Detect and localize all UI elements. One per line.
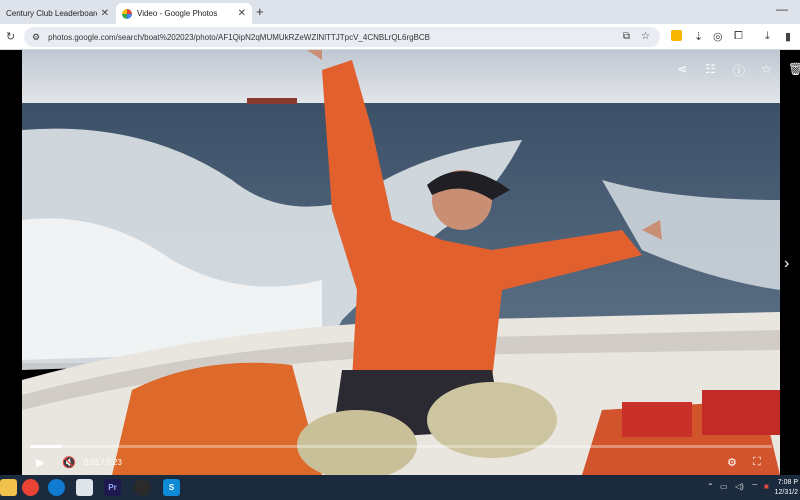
delete-icon[interactable]: 🗑: [788, 62, 800, 76]
duration: 0:23: [106, 458, 122, 467]
downloads-icon[interactable]: ⤓: [765, 30, 770, 43]
chrome-icon[interactable]: [22, 479, 39, 496]
wifi-icon[interactable]: ⌔: [751, 482, 759, 492]
media-app-icon[interactable]: [134, 479, 151, 496]
tray-chevron-icon[interactable]: ⌃: [707, 482, 714, 491]
browser-tab-strip: Century Club Leaderboard | Spl ✕ Video -…: [0, 0, 800, 24]
settings-gear-icon[interactable]: ⚙: [727, 456, 737, 469]
video-frame[interactable]: ⋖ ☷ ⓘ ☆: [22, 50, 780, 475]
network-icon[interactable]: ▭: [720, 482, 728, 491]
site-info-icon[interactable]: ⚙: [32, 32, 40, 43]
camera-icon[interactable]: ◎: [713, 30, 723, 43]
address-bar[interactable]: ⚙ photos.google.com/search/boat%202023/p…: [24, 27, 660, 47]
next-photo-icon[interactable]: ›: [784, 255, 798, 281]
url-text: photos.google.com/search/boat%202023/pho…: [48, 32, 431, 42]
browser-toolbar: ↻ ⚙ photos.google.com/search/boat%202023…: [0, 24, 800, 50]
mute-icon[interactable]: 🔇: [62, 456, 76, 469]
tab-google-photos[interactable]: Video - Google Photos ✕: [116, 3, 252, 24]
video-controls: ▶ 🔇 0:01 / 0:23 ⚙ ⛶: [22, 443, 780, 475]
current-time: 0:01: [84, 458, 100, 467]
system-clock[interactable]: 7:08 P 12/31/2: [775, 478, 798, 498]
tab-title: Century Club Leaderboard | Spl: [6, 9, 97, 18]
info-icon[interactable]: ⓘ: [733, 62, 745, 79]
file-explorer-icon[interactable]: [0, 479, 17, 496]
favorite-star-icon[interactable]: ☆: [761, 62, 772, 76]
time-display: 0:01 / 0:23: [84, 458, 122, 467]
tab-title: Video - Google Photos: [137, 9, 218, 18]
boat-video-still: [22, 50, 780, 475]
volume-icon[interactable]: ◁): [735, 482, 744, 491]
progress-fill: [30, 445, 62, 448]
notification-icon[interactable]: ■: [764, 482, 769, 491]
minimize-icon[interactable]: —: [776, 2, 788, 16]
extension-download-icon[interactable]: ⇣: [694, 30, 703, 43]
side-panel-icon[interactable]: ▮: [785, 30, 791, 43]
tab-century-club[interactable]: Century Club Leaderboard | Spl ✕: [0, 3, 115, 24]
edge-icon[interactable]: [48, 479, 65, 496]
close-tab-icon[interactable]: ✕: [101, 8, 109, 19]
extensions-puzzle-icon[interactable]: ⧠: [734, 30, 743, 43]
share-icon[interactable]: ⋖: [677, 62, 687, 76]
play-icon[interactable]: ▶: [36, 456, 44, 469]
google-photos-icon: [122, 8, 132, 19]
store-icon[interactable]: [76, 479, 93, 496]
reload-icon[interactable]: ↻: [6, 30, 15, 43]
premiere-pro-icon[interactable]: Pr: [104, 479, 121, 496]
new-tab-icon[interactable]: +: [256, 4, 264, 19]
fullscreen-icon[interactable]: ⛶: [753, 456, 761, 469]
clock-date: 12/31/2: [774, 489, 798, 496]
bookmark-star-icon[interactable]: ☆: [641, 31, 650, 42]
progress-bar[interactable]: [30, 445, 772, 448]
photo-viewer: ⋖ ☷ ⓘ ☆ 🗑 › ▶ 🔇 0:01 / 0:23 ⚙ ⛶: [0, 50, 800, 475]
windows-taskbar: Pr S ⌃ ▭ ◁) ⌔ ■ 7:08 P 12/31/2: [0, 475, 800, 500]
edit-adjust-icon[interactable]: ☷: [705, 62, 716, 76]
clock-time: 7:08 P: [777, 479, 798, 486]
install-app-icon[interactable]: ⧉: [623, 31, 630, 42]
extension-icon[interactable]: [671, 30, 682, 41]
close-tab-icon[interactable]: ✕: [238, 8, 246, 19]
skype-icon[interactable]: S: [163, 479, 180, 496]
